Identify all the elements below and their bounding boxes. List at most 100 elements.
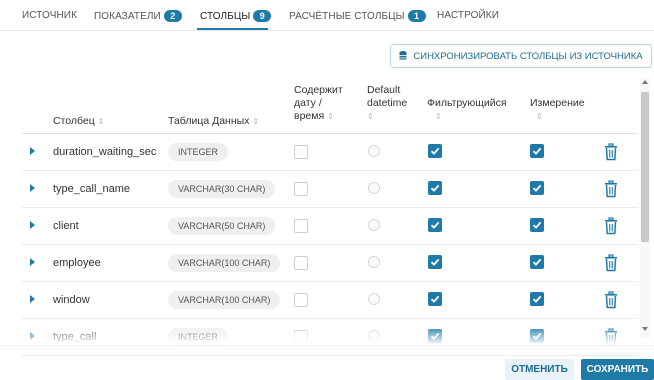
cancel-button[interactable]: ОТМЕНИТЬ (505, 359, 574, 380)
datatype-badge: VARCHAR(50 CHAR) (168, 217, 276, 235)
header-label: Содержит (294, 84, 343, 96)
tab-label: НАСТРОЙКИ (437, 10, 499, 21)
trash-icon[interactable] (604, 143, 618, 161)
column-header-default-datetime[interactable]: Default datetime ⇕ (367, 84, 407, 123)
check-icon (430, 184, 440, 192)
filterable-checkbox[interactable] (428, 292, 442, 306)
header-label: datetime (367, 97, 408, 109)
check-icon (430, 221, 440, 229)
header-label: Фильтрующийся (427, 97, 507, 109)
scroll-down-icon[interactable] (642, 327, 648, 331)
tab-metrics[interactable]: ПОКАЗАТЕЛИ 2 (94, 10, 182, 22)
divider (0, 30, 654, 31)
sort-icon: ⇕ (536, 112, 543, 121)
table-row: window VARCHAR(100 CHAR) (22, 282, 638, 319)
filterable-checkbox[interactable] (428, 218, 442, 232)
check-icon (532, 258, 542, 266)
trash-icon[interactable] (604, 217, 618, 235)
column-header-name[interactable]: Столбец ⇕ (53, 115, 104, 128)
default-datetime-radio[interactable] (368, 182, 380, 194)
expand-icon[interactable] (30, 147, 35, 155)
filterable-checkbox[interactable] (428, 255, 442, 269)
tab-source[interactable]: ИСТОЧНИК (22, 10, 77, 21)
sync-columns-button[interactable]: СИНХРОНИЗИРОВАТЬ СТОЛБЦЫ ИЗ ИСТОЧНИКА (390, 44, 652, 68)
datatype-badge: VARCHAR(100 CHAR) (168, 254, 281, 272)
table-row: type_call_name VARCHAR(30 CHAR) (22, 171, 638, 208)
header-label: Таблица Данных (168, 115, 250, 127)
sort-icon: ⇕ (327, 112, 334, 121)
is-datetime-checkbox[interactable] (294, 256, 308, 270)
sync-columns-label: СИНХРОНИЗИРОВАТЬ СТОЛБЦЫ ИЗ ИСТОЧНИКА (413, 50, 643, 62)
tab-label: ПОКАЗАТЕЛИ (94, 11, 161, 22)
sort-icon: ⇕ (252, 117, 260, 126)
header-label: Default (367, 84, 401, 96)
dimension-checkbox[interactable] (530, 181, 544, 195)
tab-columns[interactable]: СТОЛБЦЫ 9 (200, 10, 272, 22)
default-datetime-radio[interactable] (368, 256, 380, 268)
column-name: type_call_name (53, 183, 131, 195)
sort-icon: ⇕ (367, 112, 374, 121)
header-label: Измерение (530, 97, 585, 109)
count-badge: 1 (407, 10, 426, 22)
sort-icon: ⇕ (435, 112, 442, 121)
sort-icon: ⇕ (97, 117, 105, 126)
column-header-dimension[interactable]: Измерение ⇕ (530, 97, 585, 123)
column-name: employee (53, 257, 101, 269)
count-badge: 2 (163, 10, 182, 22)
column-header-is-datetime[interactable]: Содержит дату / время ⇕ (294, 84, 343, 123)
column-header-filterable[interactable]: Фильтрующийся ⇕ (427, 97, 507, 123)
save-button[interactable]: СОХРАНИТЬ (581, 359, 654, 380)
tab-settings[interactable]: НАСТРОЙКИ (437, 10, 499, 21)
scroll-up-icon[interactable] (642, 80, 648, 84)
expand-icon[interactable] (30, 184, 35, 192)
check-icon (430, 147, 440, 155)
is-datetime-checkbox[interactable] (294, 145, 308, 159)
expand-icon[interactable] (30, 258, 35, 266)
column-header-datatype[interactable]: Таблица Данных ⇕ (168, 115, 259, 128)
column-name: client (53, 220, 79, 232)
trash-icon[interactable] (604, 291, 618, 309)
tab-label: РАСЧЁТНЫЕ СТОЛБЦЫ (289, 11, 405, 22)
default-datetime-radio[interactable] (368, 293, 380, 305)
header-label: Столбец (53, 115, 95, 127)
database-icon (399, 51, 407, 60)
is-datetime-checkbox[interactable] (294, 293, 308, 307)
table-row: duration_waiting_sec INTEGER (22, 134, 638, 171)
scroll-fade (0, 325, 640, 345)
datatype-badge: INTEGER (168, 143, 229, 161)
check-icon (430, 295, 440, 303)
dimension-checkbox[interactable] (530, 292, 544, 306)
trash-icon[interactable] (604, 254, 618, 272)
check-icon (532, 184, 542, 192)
column-name: window (53, 294, 90, 306)
tab-calculated-columns[interactable]: РАСЧЁТНЫЕ СТОЛБЦЫ 1 (289, 10, 426, 22)
filterable-checkbox[interactable] (428, 181, 442, 195)
datatype-badge: VARCHAR(100 CHAR) (168, 291, 281, 309)
footer-divider (0, 345, 654, 346)
is-datetime-checkbox[interactable] (294, 182, 308, 196)
dimension-checkbox[interactable] (530, 144, 544, 158)
filterable-checkbox[interactable] (428, 144, 442, 158)
table-row: client VARCHAR(50 CHAR) (22, 208, 638, 245)
default-datetime-radio[interactable] (368, 219, 380, 231)
default-datetime-radio[interactable] (368, 145, 380, 157)
column-name: duration_waiting_sec (53, 146, 157, 158)
header-label: время (294, 110, 325, 122)
tab-label: СТОЛБЦЫ (200, 11, 251, 22)
datatype-badge: VARCHAR(30 CHAR) (168, 180, 276, 198)
header-label: дату / (294, 97, 322, 109)
tab-bar: ИСТОЧНИК ПОКАЗАТЕЛИ 2 СТОЛБЦЫ 9 РАСЧЁТНЫЕ … (0, 0, 654, 30)
check-icon (532, 295, 542, 303)
scrollbar-thumb[interactable] (641, 92, 649, 242)
trash-icon[interactable] (604, 180, 618, 198)
expand-icon[interactable] (30, 221, 35, 229)
tab-label: ИСТОЧНИК (22, 10, 77, 21)
dimension-checkbox[interactable] (530, 218, 544, 232)
check-icon (532, 147, 542, 155)
count-badge: 9 (253, 10, 272, 22)
is-datetime-checkbox[interactable] (294, 219, 308, 233)
table-row: employee VARCHAR(100 CHAR) (22, 245, 638, 282)
check-icon (430, 258, 440, 266)
expand-icon[interactable] (30, 295, 35, 303)
dimension-checkbox[interactable] (530, 255, 544, 269)
